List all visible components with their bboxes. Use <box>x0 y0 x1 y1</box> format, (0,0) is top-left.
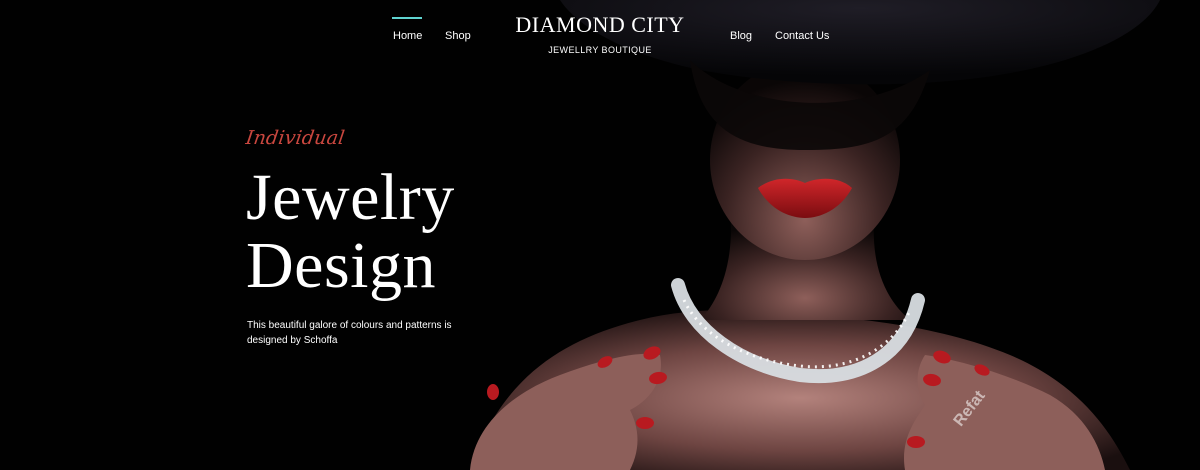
hero-eyebrow: Individual <box>244 127 347 149</box>
nav-shop-link[interactable]: Shop <box>445 30 471 42</box>
brand-subtitle: JEWELLRY BOUTIQUE <box>548 45 652 55</box>
hero-headline-line1: Jewelry <box>246 161 455 234</box>
hero-headline-line2: Design <box>246 229 436 302</box>
hero-description: This beautiful galore of colours and pat… <box>247 320 452 346</box>
nav-contact-link[interactable]: Contact Us <box>775 30 829 42</box>
hero-banner: Home Shop DIAMOND CITY JEWELLRY BOUTIQUE… <box>0 0 1200 470</box>
brand-title: DIAMOND CITY <box>515 12 685 37</box>
nav-home-link[interactable]: Home <box>391 17 423 42</box>
brand-logo[interactable]: DIAMOND CITY JEWELLRY BOUTIQUE <box>505 12 695 56</box>
hero-headline: Jewelry Design <box>246 164 455 300</box>
top-navigation: Home Shop DIAMOND CITY JEWELLRY BOUTIQUE… <box>0 0 1200 70</box>
nav-blog-link[interactable]: Blog <box>730 30 752 42</box>
hero-photo <box>0 0 1200 470</box>
